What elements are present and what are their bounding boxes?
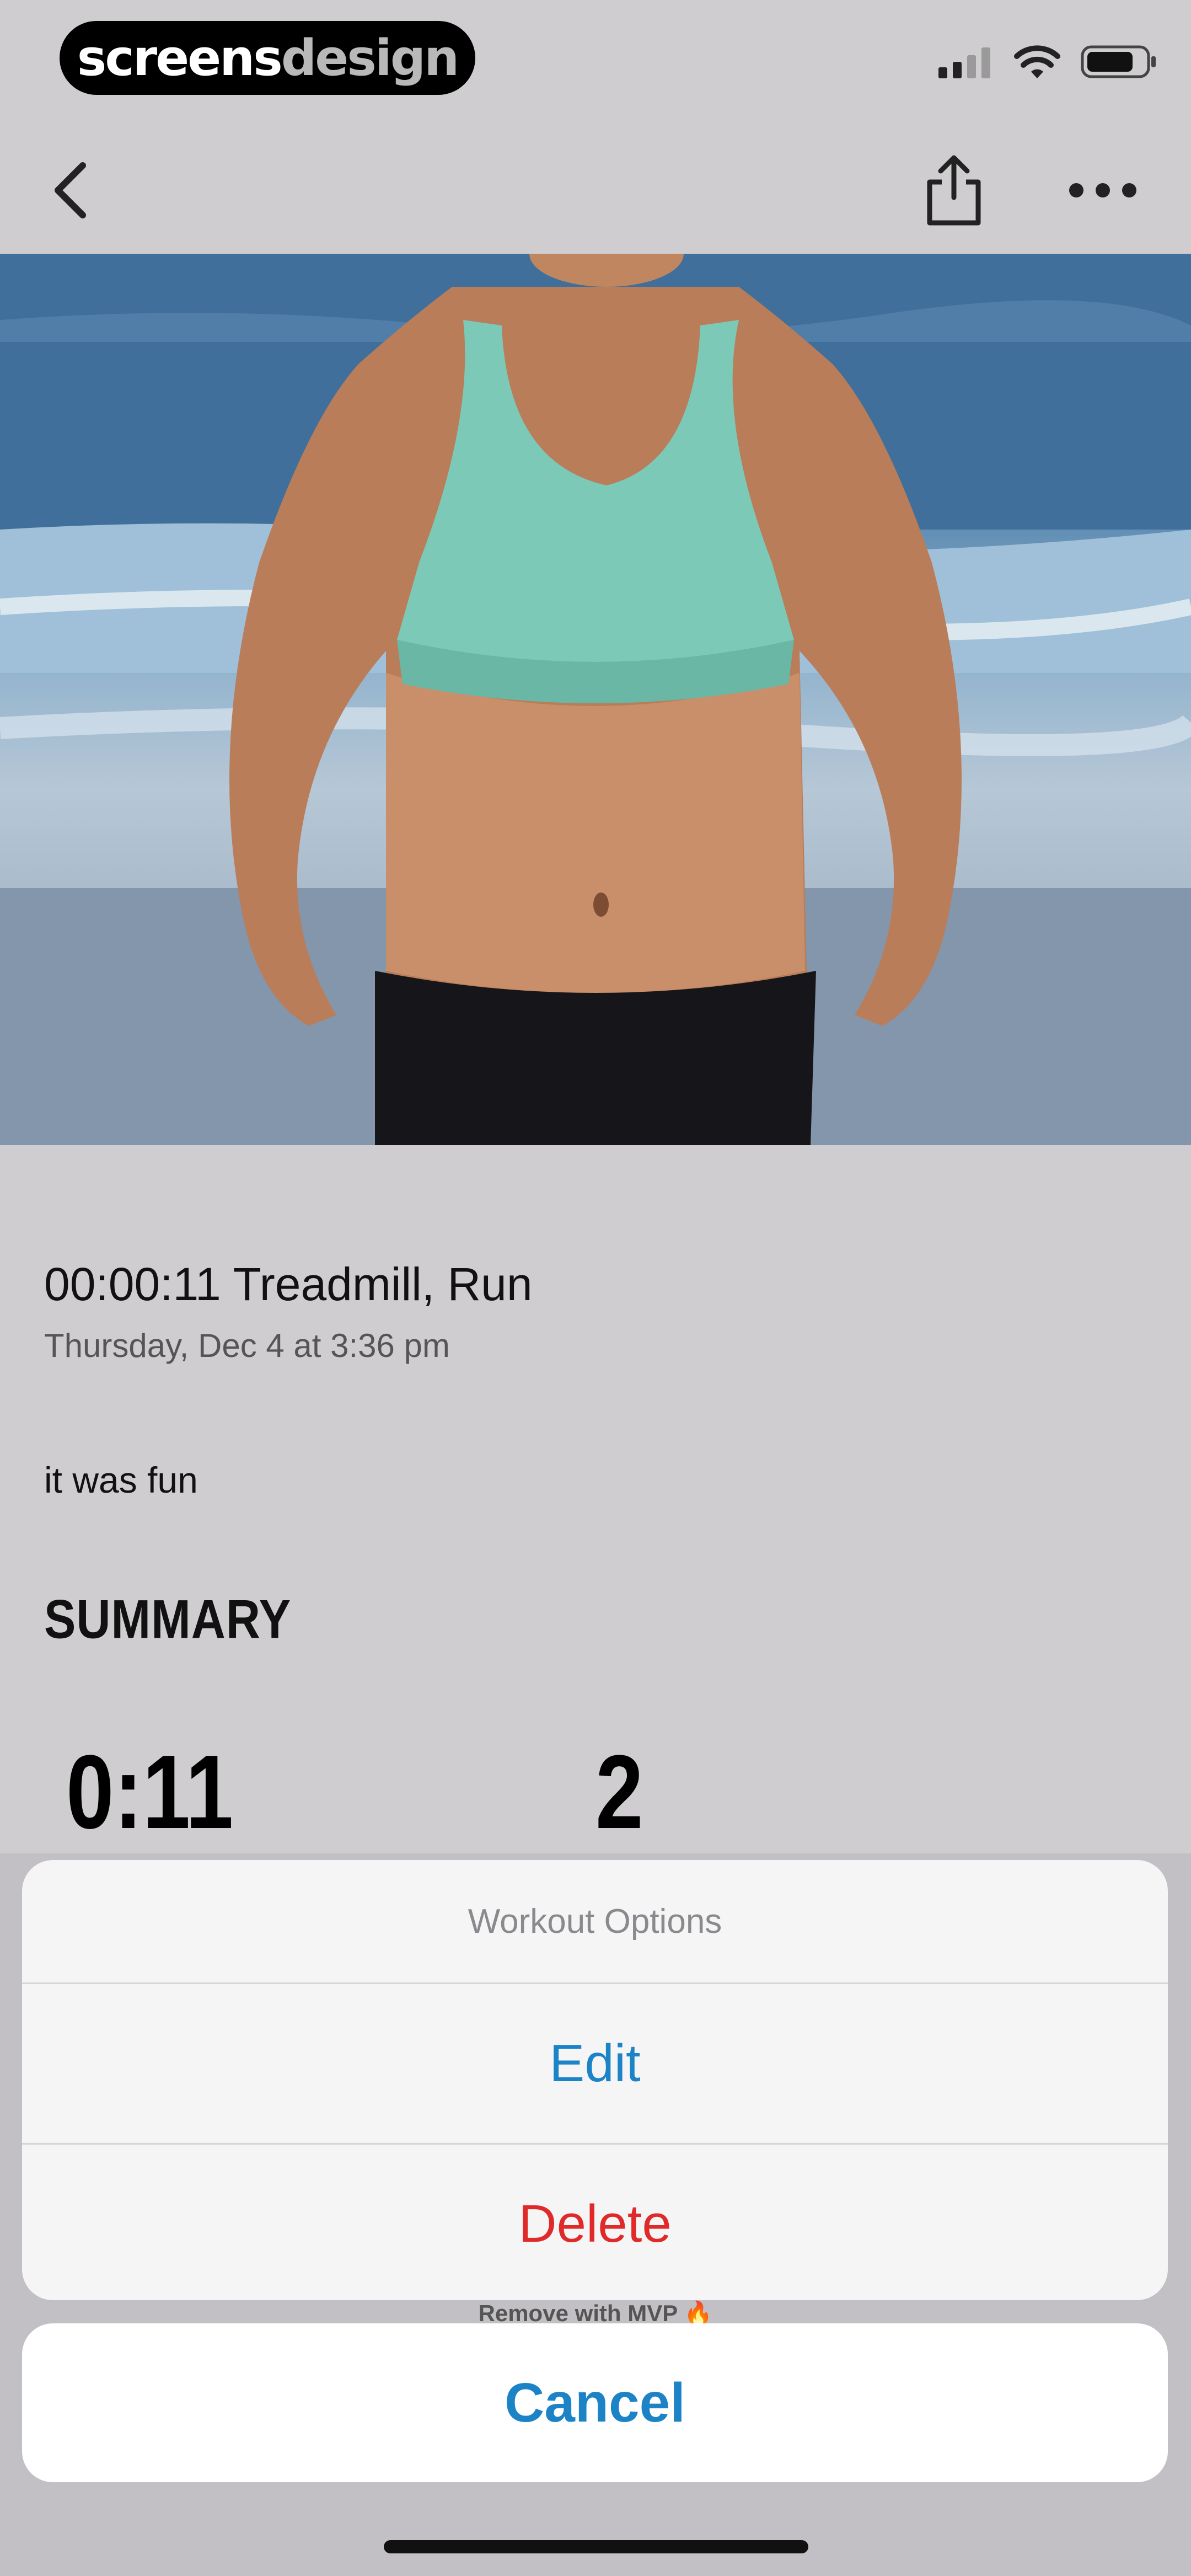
workout-title: 00:00:11 Treadmill, Run	[44, 1258, 533, 1310]
battery-icon	[1081, 45, 1156, 78]
brand-logo: screens design	[60, 21, 475, 95]
cancel-button[interactable]: Cancel	[22, 2323, 1168, 2482]
share-icon[interactable]	[921, 154, 987, 226]
nav-bar	[0, 127, 1191, 254]
status-bar: screens design	[0, 0, 1191, 127]
signal-icon	[938, 47, 990, 78]
wifi-icon	[1014, 45, 1060, 78]
brand-secondary: design	[281, 29, 459, 87]
brand-primary: screens	[77, 29, 283, 87]
delete-button[interactable]: Delete	[22, 2145, 1168, 2300]
summary-heading: SUMMARY	[44, 1589, 292, 1650]
summary-stat-value: 2	[596, 1734, 643, 1851]
home-indicator[interactable]	[384, 2540, 808, 2553]
more-icon[interactable]	[1064, 165, 1141, 215]
status-icons	[938, 44, 1158, 79]
edit-button[interactable]: Edit	[22, 1984, 1168, 2145]
workout-date: Thursday, Dec 4 at 3:36 pm	[44, 1327, 450, 1364]
workout-note: it was fun	[44, 1460, 198, 1500]
photo-illustration	[0, 254, 1191, 1145]
summary-stat-duration: 0:11	[66, 1734, 234, 1851]
footer-note-text: Remove with MVP	[478, 2300, 678, 2326]
fire-icon: 🔥	[684, 2300, 713, 2326]
sheet-title: Workout Options	[22, 1860, 1168, 1984]
workout-photo	[0, 254, 1191, 1145]
chevron-left-icon[interactable]	[44, 160, 99, 221]
workout-options-sheet: Workout Options Edit Delete	[22, 1860, 1168, 2300]
